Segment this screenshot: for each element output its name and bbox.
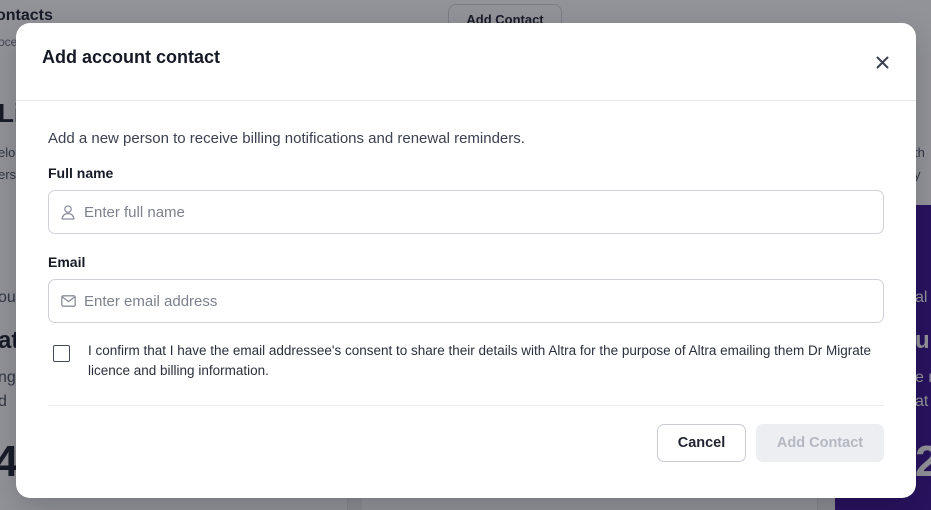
add-contact-modal: Add account contact Add a new person to … (16, 23, 916, 498)
close-icon (876, 56, 888, 68)
modal-title: Add account contact (42, 47, 221, 67)
full-name-input[interactable] (84, 203, 864, 221)
user-icon (60, 204, 76, 220)
full-name-field[interactable] (48, 190, 884, 234)
consent-label[interactable]: I confirm that I have the email addresse… (88, 341, 888, 381)
footer-divider (48, 405, 884, 406)
close-button[interactable] (871, 51, 893, 73)
cancel-button[interactable]: Cancel (657, 424, 746, 462)
consent-checkbox[interactable] (53, 345, 70, 362)
full-name-label: Full name (48, 165, 114, 181)
email-input[interactable] (84, 292, 864, 310)
modal-description: Add a new person to receive billing noti… (48, 130, 525, 147)
email-field[interactable] (48, 279, 884, 323)
email-label: Email (48, 254, 86, 270)
modal-header: Add account contact (16, 23, 916, 101)
add-contact-button[interactable]: Add Contact (756, 424, 884, 462)
mail-icon (60, 293, 76, 309)
